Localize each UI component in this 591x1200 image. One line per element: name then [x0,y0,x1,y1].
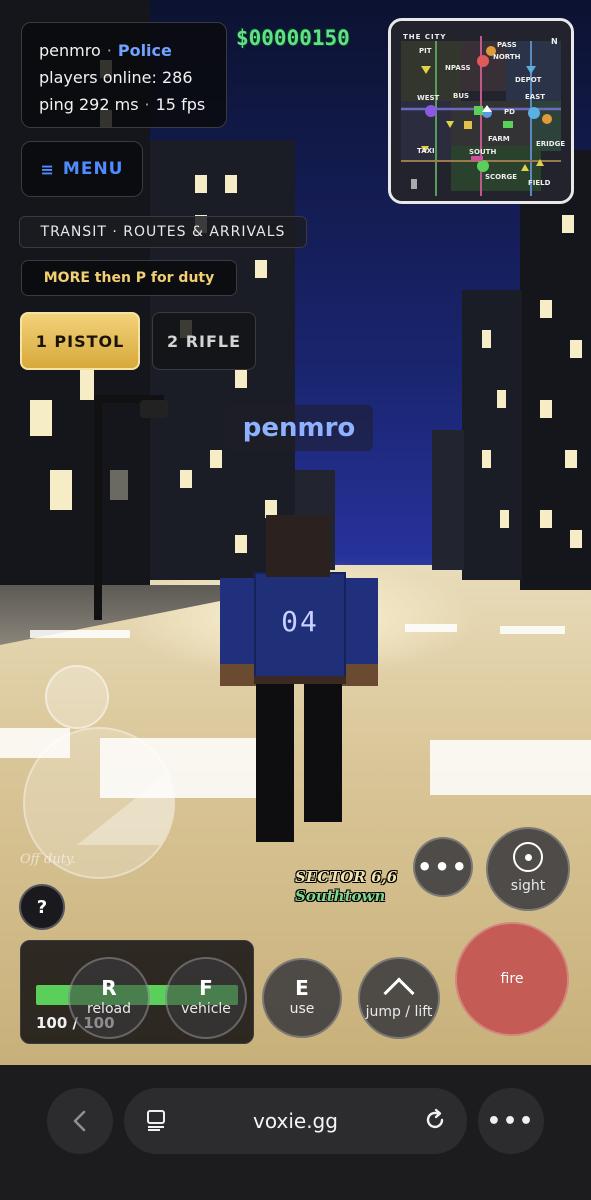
minimap[interactable]: THE CITY N PIT PASS NORTH NPASS DEPOT WE… [388,18,574,204]
minimap-label: PD [504,108,515,116]
menu-icon: ≡ [40,159,55,179]
minimap-title: THE CITY [403,33,447,41]
reload-icon[interactable] [423,1108,447,1132]
players-online: players online: 286 [39,68,193,87]
player-nametag: penmro [225,405,373,451]
player-name: penmro [39,41,101,60]
minimap-label: WEST [417,94,440,102]
sight-label: sight [510,878,546,894]
player-identity: penmro · Police [39,41,172,60]
duty-hint: MORE then P for duty [21,260,237,296]
chevron-left-icon [73,1110,86,1132]
player-belt [254,676,346,684]
crosswalk-stripe [405,624,457,632]
browser-url: voxie.gg [253,1109,338,1133]
minimap-map [391,21,571,201]
player-jersey-number: 04 [281,605,319,638]
street-lamp-head [140,400,168,418]
minimap-label: SCORGE [485,173,518,181]
duty-status: Off duty. [20,852,76,867]
street-lamp [94,395,102,620]
browser-back-button[interactable] [47,1088,113,1154]
menu-button[interactable]: ≡ MENU [21,141,143,197]
sight-button[interactable]: sight [486,827,570,911]
player-hand [220,664,256,686]
player-hand [342,664,378,686]
building-right-near [520,150,591,590]
player-info-panel: penmro · Police players online: 286 ping 2… [21,22,227,128]
minimap-label: ERIDGE [536,140,566,148]
reload-label: reload [87,1001,131,1017]
jump-lift-button[interactable]: jump / lift [358,957,440,1039]
minimap-label: NORTH [493,53,521,61]
joystick-knob[interactable] [45,665,109,729]
player-role: Police [117,41,172,60]
weapon-slot-pistol[interactable]: 1 PISTOL [20,312,140,370]
fps: 15 fps [155,95,206,114]
minimap-label: SOUTH [469,148,497,156]
player-leg [256,682,294,842]
ping: ping 292 ms [39,95,139,114]
minimap-label: DEPOT [515,76,542,84]
use-key: E [295,976,309,1000]
fire-label: fire [500,971,524,987]
crosswalk-stripe [30,630,130,638]
more-actions-button[interactable]: ••• [413,837,473,897]
reload-key: R [101,976,117,1000]
vehicle-label: vehicle [181,1001,231,1017]
sector-indicator: SECTOR 6,6 Southtown [295,868,397,906]
minimap-label: TAXI [417,147,435,155]
weapon-slot-rifle[interactable]: 2 RIFLE [152,312,256,370]
tabs-icon [147,1110,165,1131]
building-right-mid [462,290,522,580]
vehicle-key: F [199,976,213,1000]
crosswalk-stripe [430,740,591,795]
sector-coordinates: SECTOR 6,6 [295,868,398,886]
player-head [266,515,330,577]
sector-district: Southtown [295,887,386,905]
minimap-label: FARM [488,135,510,143]
minimap-label: EAST [525,93,546,101]
browser-more-button[interactable]: ••• [478,1088,544,1154]
help-button[interactable]: ? [19,884,65,930]
player-leg [304,682,342,822]
fire-button[interactable]: fire [455,922,569,1036]
vehicle-button[interactable]: F vehicle [165,957,247,1039]
building-right-far [432,430,464,570]
network-stats: ping 292 ms · 15 fps [39,95,206,114]
reload-button[interactable]: R reload [68,957,150,1039]
browser-address-bar[interactable]: voxie.gg [124,1088,467,1154]
crosswalk-stripe [500,626,565,634]
minimap-label: NPASS [445,64,471,72]
minimap-label: FIELD [528,179,551,187]
minimap-north: N [551,37,558,46]
menu-label: MENU [62,159,124,179]
joystick-direction-indicator [77,765,173,845]
more-icon: ••• [416,853,470,881]
transit-button[interactable]: TRANSIT · ROUTES & ARRIVALS [19,216,307,248]
use-label: use [289,1001,315,1017]
minimap-label: BUS [453,92,470,100]
use-button[interactable]: E use [262,958,342,1038]
crosshair-icon [513,842,543,872]
minimap-label: PASS [497,41,517,49]
minimap-label: PIT [419,47,432,55]
money-counter: $00000150 [236,26,350,50]
